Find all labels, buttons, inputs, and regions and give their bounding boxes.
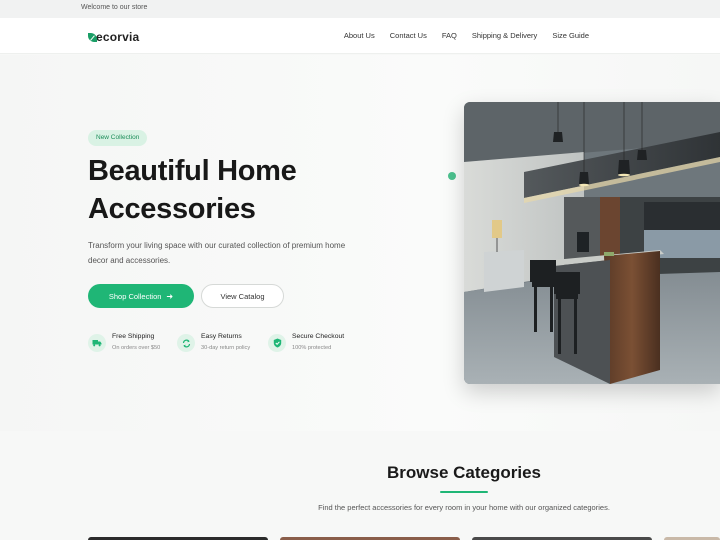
feature-title: Easy Returns <box>201 333 242 340</box>
view-catalog-label: View Catalog <box>220 291 265 301</box>
nav-links: About Us Contact Us FAQ Shipping & Deliv… <box>344 31 589 40</box>
browse-categories-title: Browse Categories <box>387 463 541 482</box>
feature-subtitle: On orders over $50 <box>112 345 161 351</box>
title-underline <box>440 491 488 493</box>
hero-description: Transform your living space with our cur… <box>88 241 346 265</box>
view-catalog-button[interactable]: View Catalog <box>201 284 284 308</box>
nav-link-shipping-delivery[interactable]: Shipping & Delivery <box>472 31 537 40</box>
new-collection-badge: New Collection <box>88 130 148 146</box>
nav-link-faq[interactable]: FAQ <box>442 31 457 40</box>
shield-icon <box>268 334 286 352</box>
feature-secure-checkout: Secure Checkout 100% protected <box>268 332 344 353</box>
arrow-right-icon: ➜ <box>166 291 174 301</box>
brand-name: ecorvia <box>96 30 140 44</box>
feature-easy-returns: Easy Returns 30-day return policy <box>177 332 250 353</box>
feature-subtitle: 100% protected <box>292 345 332 351</box>
hero-kitchen-image <box>464 102 720 384</box>
top-announcement-bar: Welcome to our store <box>0 0 720 18</box>
shop-collection-label: Shop Collection <box>108 291 162 301</box>
nav-link-about-us[interactable]: About Us <box>344 31 375 40</box>
main-navigation: ecorvia About Us Contact Us FAQ Shipping… <box>0 18 720 54</box>
truck-icon <box>88 334 106 352</box>
nav-link-size-guide[interactable]: Size Guide <box>552 31 589 40</box>
leaf-logo-icon <box>88 31 98 43</box>
kitchen-photo <box>464 102 720 384</box>
feature-free-shipping: Free Shipping On orders over $50 <box>88 332 160 353</box>
browse-categories-subtitle: Find the perfect accessories for every r… <box>318 503 610 512</box>
shop-collection-button[interactable]: Shop Collection ➜ <box>88 284 194 308</box>
feature-subtitle: 30-day return policy <box>201 345 251 351</box>
feature-title: Free Shipping <box>112 333 155 340</box>
feature-title: Secure Checkout <box>292 333 345 340</box>
brand-logo[interactable]: ecorvia <box>88 30 139 44</box>
carousel-dot[interactable] <box>448 172 456 180</box>
welcome-text: Welcome to our store <box>81 4 148 11</box>
nav-link-contact-us[interactable]: Contact Us <box>390 31 427 40</box>
hero-title: Beautiful Home Accessories <box>88 155 297 225</box>
return-icon <box>177 334 195 352</box>
